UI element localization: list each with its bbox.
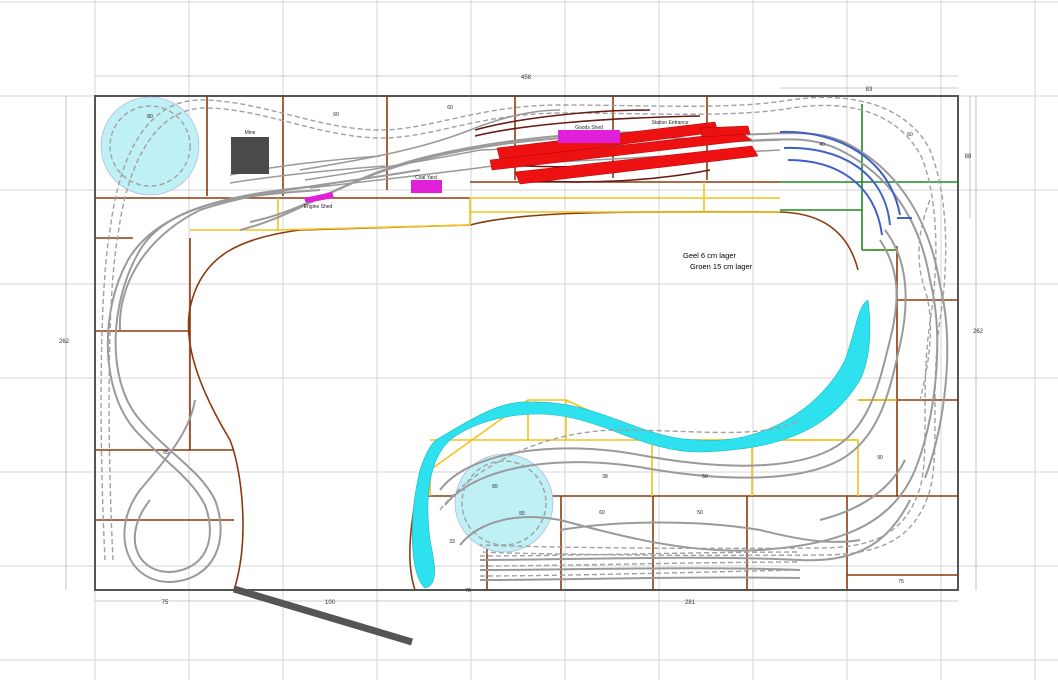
blue-tracks — [779, 130, 912, 236]
station-platforms — [489, 121, 759, 185]
dim-bottom-left: 75 — [162, 600, 169, 606]
coal-building — [411, 180, 442, 193]
turntable-bottom — [454, 453, 554, 553]
engine-shed-building — [304, 192, 334, 203]
goods-shed-building — [558, 130, 620, 143]
dim-40: 40 — [819, 142, 825, 148]
dim-60a: 60 — [333, 112, 339, 118]
dim-60d: 60 — [599, 510, 605, 516]
note-green-grade: Groen 15 cm lager — [690, 262, 753, 271]
dim-70: 70 — [465, 588, 471, 594]
dim-90: 90 — [877, 455, 883, 461]
goods-shed-label: Goods Shed — [575, 125, 603, 131]
dim-bottom-mid: 100 — [325, 600, 336, 606]
mine-building — [231, 137, 269, 174]
access-ramp — [233, 585, 413, 646]
dim-50b: 50 — [697, 510, 703, 516]
dim-80: 80 — [147, 114, 153, 120]
dim-50a: 50 — [702, 474, 708, 480]
dim-bottom-right: 281 — [685, 600, 696, 606]
dim-top-total: 458 — [521, 75, 532, 81]
dim-33: 33 — [449, 539, 455, 545]
dim-75: 75 — [898, 579, 904, 585]
engine-shed-label: Engine Shed — [304, 204, 333, 210]
dim-38: 38 — [602, 474, 608, 480]
coal-label: Coal Yard — [415, 175, 437, 181]
dim-right-top: 88 — [965, 154, 972, 160]
dim-65: 65 — [492, 484, 498, 490]
dim-right-total: 262 — [973, 329, 984, 335]
dim-60b: 60 — [447, 105, 453, 111]
layout-drawing: 458 83 88 262 262 75 100 281 Mine Goods … — [0, 0, 1058, 680]
dim-60c: 60 — [907, 132, 913, 138]
dim-top-right: 83 — [866, 87, 873, 93]
note-yellow-grade: Geel 6 cm lager — [683, 251, 736, 260]
dim-left-total: 262 — [59, 339, 70, 345]
mine-label: Mine — [245, 130, 256, 136]
dim-85: 85 — [163, 450, 169, 456]
layout-plan: 458 83 88 262 262 75 100 281 Mine Goods … — [0, 0, 1058, 680]
dim-55: 55 — [519, 511, 525, 517]
station-building-label: Station Entrance — [652, 120, 689, 126]
